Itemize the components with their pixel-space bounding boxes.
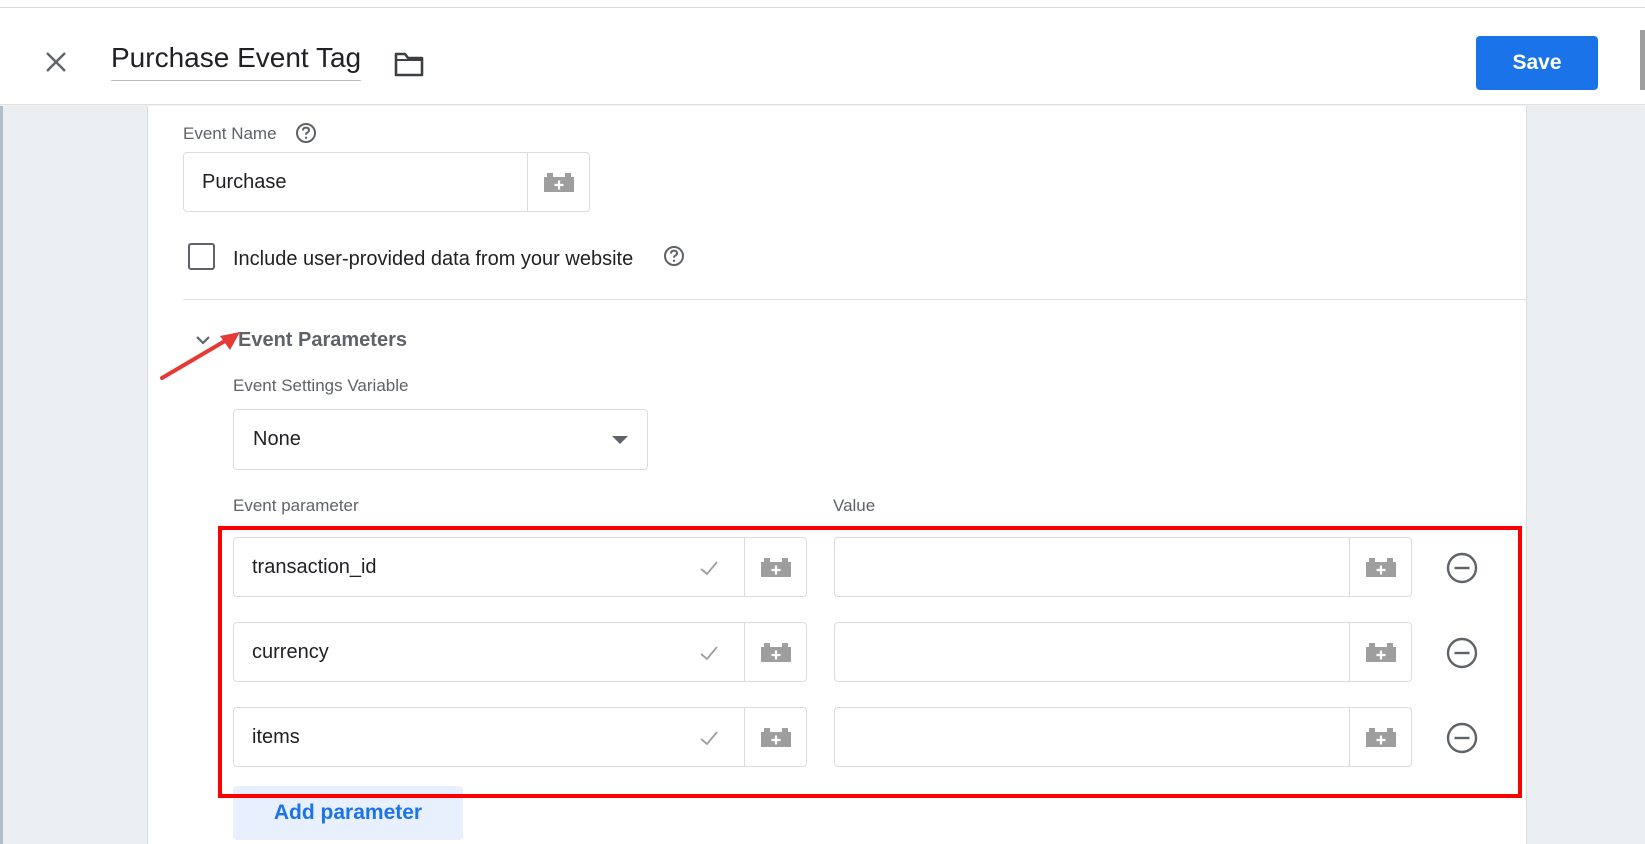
param-value-variable-button[interactable] [1349,623,1411,681]
param-name-value: currency [252,640,329,663]
left-gutter [0,106,148,844]
scroll-edge [1640,30,1645,90]
help-icon[interactable] [295,122,317,144]
param-name-field[interactable]: transaction_id [233,537,807,597]
value-column-label: Value [833,496,876,515]
help-icon[interactable] [663,245,685,267]
param-name-field[interactable]: items [233,707,807,767]
window-top-edge [0,0,1645,8]
add-parameter-button[interactable]: Add parameter [233,786,463,840]
event-name-field[interactable]: Purchase [183,152,590,212]
remove-circle-icon[interactable] [1445,636,1479,670]
event-parameters-title[interactable]: Event Parameters [238,329,407,352]
tag-editor-header: Purchase Event Tag Save [0,8,1645,105]
event-name-label: Event Name [183,124,277,143]
param-name-value: transaction_id [252,555,377,578]
settings-variable-value: None [253,428,301,450]
variable-brick-icon [760,728,791,747]
param-value-field[interactable] [834,537,1412,597]
param-value-field[interactable] [834,707,1412,767]
remove-circle-icon[interactable] [1445,721,1479,755]
param-value-field[interactable] [834,622,1412,682]
param-name-variable-button[interactable] [744,623,806,681]
param-name-variable-button[interactable] [744,708,806,766]
param-name-value: items [252,725,300,748]
tag-title[interactable]: Purchase Event Tag [111,42,362,81]
user-data-checkbox[interactable] [188,243,215,270]
left-edge-strip [0,106,3,844]
variable-brick-icon [543,173,574,192]
check-icon [700,646,718,661]
settings-variable-select[interactable]: None [233,409,648,470]
variable-brick-icon [1365,728,1396,747]
save-button[interactable]: Save [1476,36,1598,90]
variable-brick-icon [1365,558,1396,577]
check-icon [700,561,718,576]
right-gutter [1526,106,1645,844]
param-value-variable-button[interactable] [1349,708,1411,766]
folder-icon[interactable] [393,50,425,78]
close-button[interactable] [38,44,74,80]
variable-brick-icon [760,643,791,662]
dropdown-arrow-icon [612,435,628,444]
param-name-field[interactable]: currency [233,622,807,682]
user-data-label: Include user-provided data from your web… [233,248,634,270]
section-divider [183,299,1526,300]
param-value-variable-button[interactable] [1349,538,1411,596]
variable-brick-icon [1365,643,1396,662]
chevron-down-icon[interactable] [191,328,215,352]
close-icon [46,52,66,72]
param-column-label: Event parameter [233,496,359,515]
variable-brick-icon [760,558,791,577]
settings-variable-label: Event Settings Variable [233,376,409,395]
param-name-variable-button[interactable] [744,538,806,596]
remove-circle-icon[interactable] [1445,551,1479,585]
event-name-variable-button[interactable] [527,153,589,211]
check-icon [700,731,718,746]
